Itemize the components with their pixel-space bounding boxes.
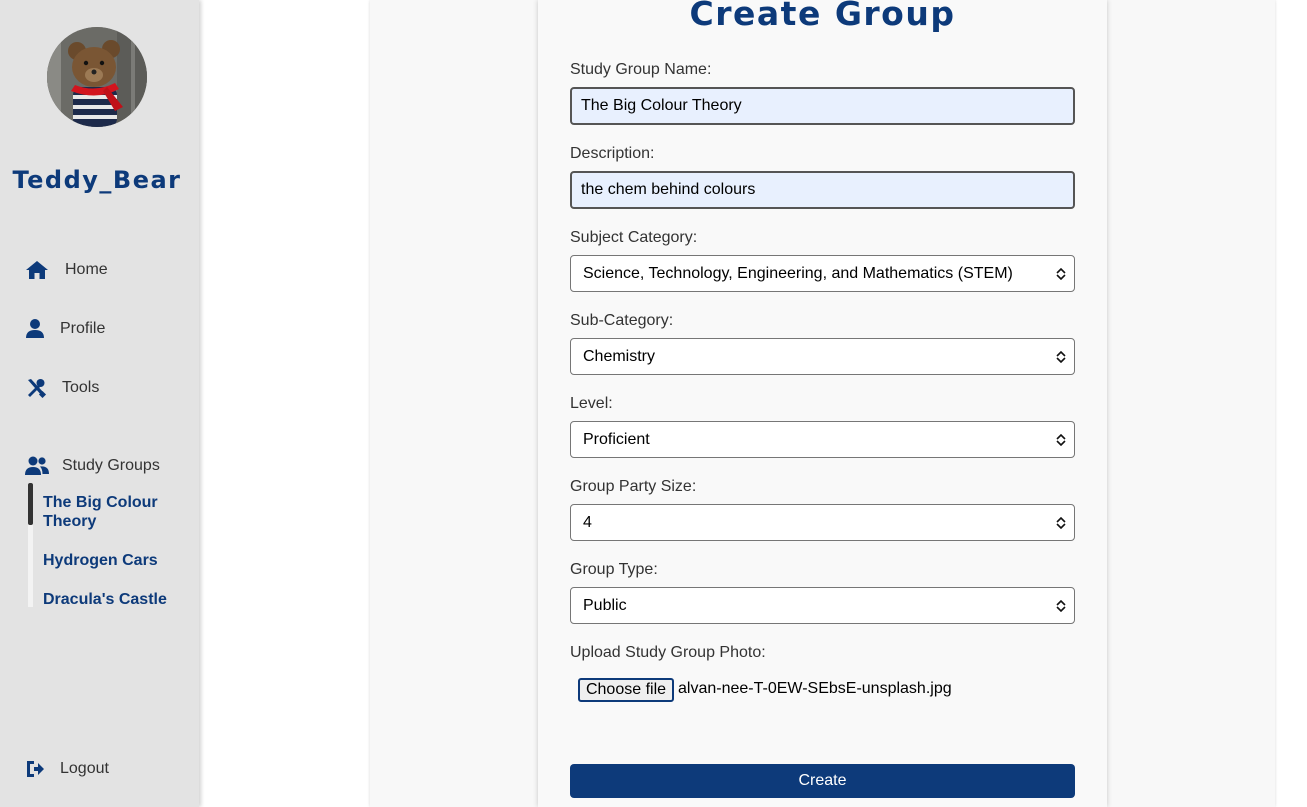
user-icon — [26, 319, 44, 338]
logout-icon — [27, 761, 44, 777]
chevron-updown-icon — [1056, 268, 1066, 280]
avatar[interactable] — [47, 27, 147, 127]
nav-home[interactable]: Home — [25, 257, 108, 283]
group-link-hydrogen-cars[interactable]: Hydrogen Cars — [43, 551, 183, 570]
level-select[interactable]: Proficient — [570, 421, 1075, 458]
level-value: Proficient — [583, 430, 650, 448]
username: Teddy_Bear — [12, 166, 182, 194]
subject-category-value: Science, Technology, Engineering, and Ma… — [583, 264, 1013, 282]
sub-category-select[interactable]: Chemistry — [570, 338, 1075, 375]
group-party-size-select[interactable]: 4 — [570, 504, 1075, 541]
group-type-value: Public — [583, 596, 627, 614]
group-type-label: Group Type: — [570, 561, 658, 578]
form-title: Create Group — [689, 0, 956, 33]
chevron-updown-icon — [1056, 434, 1066, 446]
group-link-the-big-colour-theory[interactable]: The Big Colour Theory — [43, 493, 183, 531]
description-input[interactable] — [570, 171, 1075, 209]
study-group-name-input[interactable] — [570, 87, 1075, 125]
nav-study-groups-label: Study Groups — [62, 457, 160, 474]
subject-category-select[interactable]: Science, Technology, Engineering, and Ma… — [570, 255, 1075, 292]
nav-tools[interactable]: Tools — [25, 375, 99, 401]
group-link-draculas-castle[interactable]: Dracula's Castle — [43, 590, 183, 609]
nav-tools-label: Tools — [62, 379, 100, 396]
nav-profile-label: Profile — [60, 320, 106, 337]
sub-category-value: Chemistry — [583, 347, 656, 365]
study-group-name-label: Study Group Name: — [570, 61, 712, 78]
avatar-image — [47, 27, 147, 127]
group-party-size-label: Group Party Size: — [570, 478, 697, 495]
nav-profile[interactable]: Profile — [25, 316, 105, 342]
chevron-updown-icon — [1056, 600, 1066, 612]
group-party-size-value: 4 — [583, 513, 592, 531]
level-label: Level: — [570, 395, 613, 412]
subject-category-label: Subject Category: — [570, 229, 698, 246]
selected-file-name: alvan-nee-T-0EW-SEbsE-unsplash.jpg — [678, 680, 952, 697]
create-button[interactable]: Create — [570, 764, 1075, 798]
upload-photo-label: Upload Study Group Photo: — [570, 644, 766, 661]
nav-logout[interactable]: Logout — [25, 756, 109, 782]
description-label: Description: — [570, 145, 655, 162]
nav-home-label: Home — [65, 261, 108, 278]
nav-logout-label: Logout — [60, 760, 109, 777]
sub-category-label: Sub-Category: — [570, 312, 674, 329]
group-type-select[interactable]: Public — [570, 587, 1075, 624]
sidebar: Teddy_Bear Home Profile Tools Study Grou… — [0, 0, 199, 807]
tools-icon — [28, 379, 47, 398]
nav-study-groups[interactable]: Study Groups — [25, 453, 160, 479]
group-rail-active-indicator — [28, 483, 33, 525]
chevron-updown-icon — [1056, 517, 1066, 529]
home-icon — [26, 261, 48, 279]
users-icon — [25, 456, 49, 475]
chevron-updown-icon — [1056, 351, 1066, 363]
choose-file-button[interactable]: Choose file — [578, 678, 674, 702]
